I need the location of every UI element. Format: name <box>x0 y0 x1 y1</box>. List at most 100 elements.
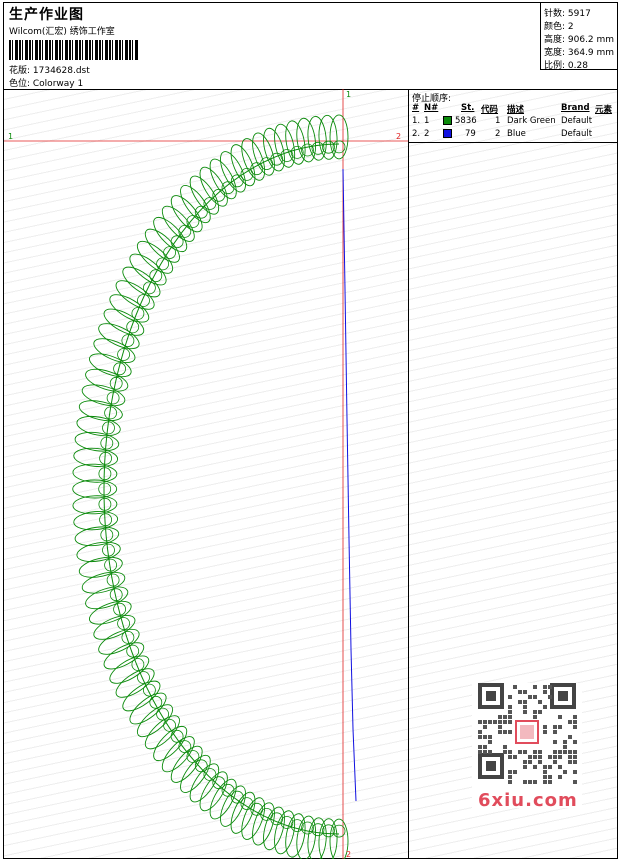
scallop-loop <box>329 114 349 160</box>
qr-module <box>478 730 482 734</box>
scallop-loop <box>89 353 132 378</box>
scallop-loop <box>189 175 220 215</box>
qr-module <box>503 745 507 749</box>
qr-module <box>513 755 517 759</box>
scallop-loop <box>170 195 203 233</box>
qr-module <box>508 695 512 699</box>
qr-module <box>478 745 482 749</box>
qr-module <box>488 735 492 739</box>
qr-module <box>503 750 507 754</box>
qr-module <box>538 760 542 764</box>
company-name: Wilcom(汇宏) 绣饰工作室 <box>9 27 115 37</box>
qr-module <box>573 770 577 774</box>
scallop-loop <box>81 571 126 594</box>
qr-module <box>548 755 552 759</box>
qr-module <box>508 770 512 774</box>
qr-module <box>538 750 542 754</box>
scallop-loop <box>180 185 211 224</box>
qr-module <box>508 705 512 709</box>
qr-module <box>568 760 572 764</box>
scallop-ring <box>186 215 200 228</box>
scallop-loop <box>199 166 228 207</box>
scallop-loop <box>170 745 203 783</box>
qr-module <box>513 770 517 774</box>
qr-module <box>573 720 577 724</box>
qr-module <box>533 715 537 719</box>
qr-module <box>508 755 512 759</box>
qr-module <box>543 730 547 734</box>
scallop-loop <box>98 323 140 350</box>
scallop-loop <box>199 771 228 812</box>
qr-module <box>543 725 547 729</box>
qr-module <box>533 780 537 784</box>
qr-module <box>573 760 577 764</box>
scallop-loop <box>285 120 306 165</box>
qr-module <box>563 740 567 744</box>
scallop-loop <box>81 384 126 407</box>
qr-module <box>533 765 537 769</box>
qr-module <box>528 695 532 699</box>
table-row: 1. 1 5836 1 Dark Green Default <box>412 116 593 126</box>
qr-module <box>513 685 517 689</box>
watermark-site: 6xiu.com <box>478 790 578 811</box>
scallop-ring <box>98 467 112 481</box>
inner-arc <box>103 143 340 835</box>
stats-box: 针数: 5917 颜色: 2 高度: 906.2 mm 宽度: 364.9 mm… <box>540 3 618 71</box>
qr-module <box>538 700 542 704</box>
axis-label-top: 1 <box>346 90 351 99</box>
qr-module <box>558 775 562 779</box>
qr-module <box>568 755 572 759</box>
barcode <box>9 40 139 60</box>
qr-module <box>508 720 512 724</box>
axis-label-right: 2 <box>396 132 401 141</box>
qr-module <box>523 750 527 754</box>
qr-module <box>548 695 552 699</box>
colorway: 色位: Colorway 1 <box>9 79 84 89</box>
qr-module <box>478 750 482 754</box>
qr-module <box>498 720 502 724</box>
color-swatch <box>443 129 452 138</box>
qr-module <box>523 700 527 704</box>
scallop-loop <box>220 785 246 827</box>
scallop-loop <box>93 338 136 364</box>
stat-width: 宽度: 364.9 mm <box>544 48 615 58</box>
qr-module <box>553 730 557 734</box>
qr-module <box>533 750 537 754</box>
scallop-loop <box>241 138 266 181</box>
qr-module <box>543 770 547 774</box>
qr-module <box>523 760 527 764</box>
scallop-loop <box>285 813 306 858</box>
qr-module <box>553 755 557 759</box>
page-title: 生产作业图 <box>9 7 84 23</box>
scallop-loop <box>241 797 266 840</box>
qr-module <box>538 755 542 759</box>
qr-module <box>483 720 487 724</box>
qr-module <box>573 725 577 729</box>
scallop-ring <box>186 750 200 763</box>
qr-module <box>483 745 487 749</box>
qr-module <box>523 765 527 769</box>
qr-module <box>568 750 572 754</box>
qr-module <box>563 745 567 749</box>
scallop-loop <box>180 754 211 793</box>
qr-module <box>518 690 522 694</box>
table-header: # N# St. 代码 描述 Brand 元素 <box>412 103 613 115</box>
qr-module <box>518 750 522 754</box>
qr-module <box>573 715 577 719</box>
qr-module <box>558 750 562 754</box>
green-scallop-stitches <box>72 114 349 863</box>
qr-module <box>553 725 557 729</box>
qr-module <box>553 760 557 764</box>
qr-module <box>523 690 527 694</box>
qr-module <box>543 690 547 694</box>
stat-stitches: 针数: 5917 <box>544 9 591 19</box>
scallop-loop <box>220 151 246 193</box>
scallop-loop <box>89 600 132 625</box>
scallop-ring <box>178 224 192 238</box>
qr-module <box>518 700 522 704</box>
qr-module <box>508 710 512 714</box>
qr-module <box>493 720 497 724</box>
qr-module <box>533 710 537 714</box>
header: 生产作业图 Wilcom(汇宏) 绣饰工作室 花版: 1734628.dst 色… <box>4 3 618 90</box>
scallop-ring <box>98 497 112 511</box>
